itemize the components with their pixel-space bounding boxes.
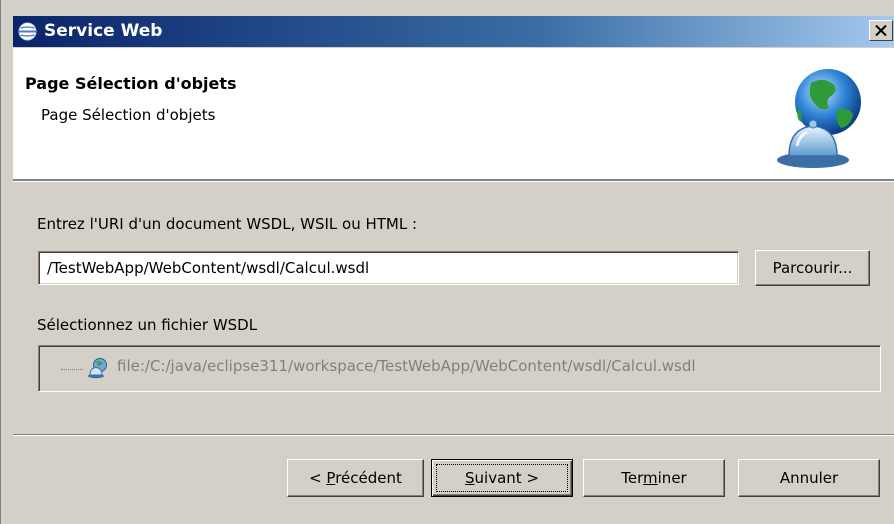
- service-web-icon: [18, 22, 37, 41]
- uri-label: Entrez l'URI d'un document WSDL, WSIL ou…: [37, 215, 418, 233]
- previous-label-after: récédent: [335, 469, 402, 487]
- cancel-button[interactable]: Annuler: [738, 459, 880, 497]
- window-title: Service Web: [44, 21, 163, 41]
- finish-label-before: Ter: [621, 469, 644, 487]
- next-label-after: uivant >: [474, 469, 539, 487]
- service-web-dialog: Service Web Page Sélection d'objets Page…: [0, 0, 894, 524]
- next-button[interactable]: Suivant >: [431, 459, 573, 497]
- wsdl-file-icon: [88, 358, 107, 379]
- wsdl-tree-item[interactable]: file:/C:/java/eclipse311/workspace/TestW…: [117, 357, 696, 375]
- finish-mnemonic: m: [643, 469, 658, 487]
- focus-indicator: Suivant >: [436, 464, 568, 492]
- finish-button[interactable]: Terminer: [583, 459, 725, 497]
- header-separator: [13, 180, 894, 182]
- next-mnemonic: S: [465, 469, 475, 487]
- wizard-header: Page Sélection d'objets Page Sélection d…: [13, 48, 894, 180]
- globe-bell-icon: [777, 69, 861, 168]
- finish-label-after: iner: [657, 469, 687, 487]
- uri-input[interactable]: [38, 251, 739, 285]
- tree-connector: [61, 369, 83, 370]
- title-bar[interactable]: Service Web: [13, 16, 894, 47]
- wsdl-label: Sélectionnez un fichier WSDL: [37, 316, 258, 334]
- browse-button[interactable]: Parcourir...: [755, 250, 870, 286]
- close-button[interactable]: [869, 20, 893, 41]
- page-title: Page Sélection d'objets: [25, 74, 237, 93]
- previous-button[interactable]: < Précédent: [287, 459, 424, 497]
- previous-mnemonic: P: [326, 469, 336, 487]
- previous-label-before: <: [309, 469, 327, 487]
- close-icon: [875, 25, 887, 36]
- page-description: Page Sélection d'objets: [41, 106, 216, 124]
- footer-separator: [13, 434, 894, 436]
- wsdl-tree[interactable]: file:/C:/java/eclipse311/workspace/TestW…: [38, 345, 881, 392]
